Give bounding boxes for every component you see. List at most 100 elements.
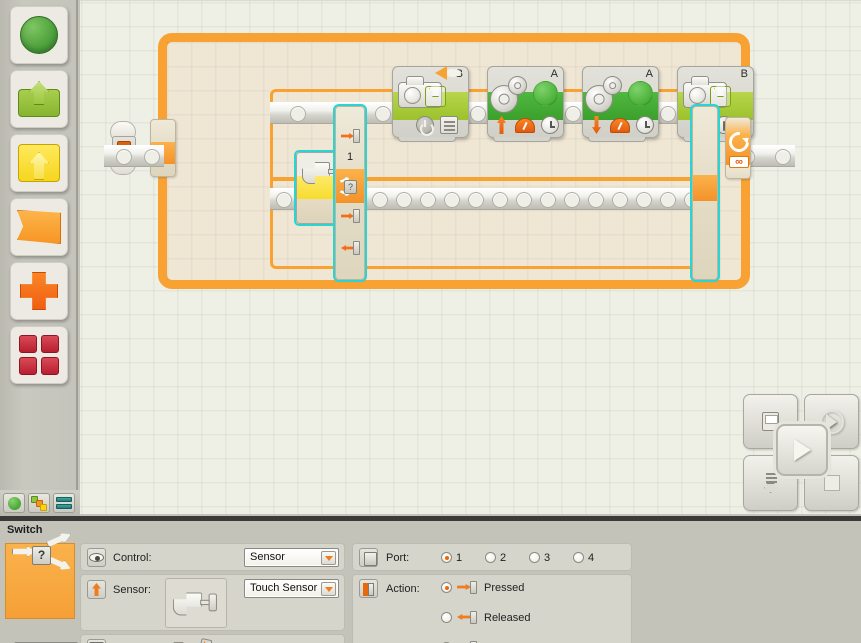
eye-icon: [87, 548, 106, 567]
sequence-block-2[interactable]: A: [487, 66, 564, 142]
action-label: Action:: [386, 583, 420, 595]
orange-flow-icon: [17, 210, 61, 244]
common-palette-advanced[interactable]: [10, 326, 68, 384]
loop-block[interactable]: 1 ? B: [158, 33, 754, 289]
action-released-label: Released: [484, 612, 531, 624]
sequence-block-3-port: A: [645, 68, 653, 80]
smiley-icon: [87, 639, 106, 643]
common-palette-move[interactable]: [10, 6, 68, 64]
red-grid-icon: [19, 335, 59, 375]
motor-gears-icon: [490, 76, 530, 116]
switch-arrows-icon: ?: [12, 532, 74, 576]
control-dropdown[interactable]: Sensor: [244, 548, 339, 567]
run-button[interactable]: [776, 424, 828, 476]
nxtg-window: 1 ? B: [0, 0, 861, 643]
green-circle-icon: [20, 16, 58, 54]
power-icon: [416, 116, 434, 136]
teal-lines-icon: [56, 496, 72, 510]
tab-run[interactable]: [3, 493, 25, 513]
port-radio-4-label: 4: [588, 552, 595, 564]
common-palette-flow[interactable]: [10, 198, 68, 256]
port-radio-2-label: 2: [500, 552, 507, 564]
motor-circle-icon: [628, 81, 653, 106]
port-radio-3[interactable]: [529, 552, 540, 563]
sensor-up-arrow-icon: [87, 580, 106, 599]
program-canvas[interactable]: 1 ? B: [80, 0, 861, 514]
download-icon: [762, 473, 780, 493]
block-palette: [0, 0, 78, 516]
beam-ring: [470, 106, 486, 122]
common-palette-data[interactable]: [10, 262, 68, 320]
duration-clock-icon: [636, 116, 654, 134]
port-radio-4[interactable]: [573, 552, 584, 563]
power-gauge-icon: [610, 118, 630, 133]
loop-arrow-icon: [724, 127, 754, 157]
colored-squares-icon: [31, 495, 47, 511]
loop-arrow-notch: [445, 69, 461, 77]
play-triangle-icon: [793, 439, 811, 461]
nxt-controller: [743, 394, 859, 511]
send-message-icon: [398, 76, 446, 108]
port-radio-2[interactable]: [485, 552, 496, 563]
config-row-port: Port: 1 2 3 4: [352, 543, 632, 571]
switch-end-pillar[interactable]: [690, 104, 720, 282]
config-row-action: Action: Pressed Released Bumped: [352, 574, 632, 643]
port-plug-icon: [359, 548, 378, 567]
action-radio-released[interactable]: [441, 612, 452, 623]
tab-list[interactable]: [53, 493, 75, 513]
send-message-icon: [683, 76, 731, 108]
chevron-down-icon[interactable]: [321, 582, 336, 596]
sequence-block-4-port: B: [740, 68, 748, 80]
arrow-right-plug-icon: [457, 581, 477, 594]
switch-condition-column[interactable]: 1 ?: [333, 104, 367, 282]
sequence-block-1[interactable]: B: [392, 66, 469, 142]
infinity-icon: ∞: [729, 156, 749, 168]
flat-view-icon: [191, 638, 213, 643]
block-config-panel: Switch ? 0 Control: Sensor Sensor:: [0, 516, 861, 643]
power-gauge-icon: [515, 118, 535, 133]
action-bang-icon: [359, 579, 378, 598]
sequence-beam-start: [104, 145, 164, 167]
green-dot-icon: [7, 496, 21, 510]
action-radio-pressed[interactable]: [441, 582, 452, 593]
config-row-control: Control: Sensor: [80, 543, 345, 571]
beam-ring: [290, 106, 306, 122]
yellow-send-box-icon: [18, 144, 60, 182]
beam-ring: [375, 106, 391, 122]
green-receive-box-icon: [18, 81, 60, 117]
common-palette-sound[interactable]: [10, 134, 68, 192]
port-label: Port:: [386, 552, 410, 564]
beam-ring: [565, 106, 581, 122]
view-tab-strip: [0, 490, 80, 516]
motor-circle-icon: [533, 81, 558, 106]
port-radio-3-label: 3: [544, 552, 551, 564]
sensor-preview: [165, 578, 227, 628]
switch-port-number: 1: [346, 151, 354, 163]
stop-square-icon: [823, 475, 840, 491]
switch-question-label: ?: [32, 546, 51, 565]
sensor-dropdown[interactable]: Touch Sensor: [244, 579, 339, 598]
beam-ring: [660, 106, 676, 122]
duration-clock-icon: [541, 116, 559, 134]
common-palette-record[interactable]: [10, 70, 68, 128]
arrow-right-plug-icon: [341, 129, 360, 143]
port-radio-1[interactable]: [441, 552, 452, 563]
arrow-up-icon: [495, 116, 507, 134]
question-mark-label: ?: [344, 180, 357, 194]
sensor-dropdown-value: Touch Sensor: [250, 582, 318, 594]
loop-arrow-icon: [435, 66, 447, 80]
arrow-left-plug-icon: [341, 241, 360, 255]
chevron-down-icon[interactable]: [321, 551, 336, 565]
list-icon: [440, 116, 458, 134]
action-pressed-label: Pressed: [484, 582, 525, 594]
tab-blocks[interactable]: [28, 493, 50, 513]
loop-end-block[interactable]: ∞: [724, 117, 754, 179]
motor-gears-icon: [585, 76, 625, 116]
sensor-label: Sensor:: [113, 584, 151, 596]
question-mark-icon: ?: [339, 177, 361, 197]
arrow-right-plug-icon: [341, 209, 360, 223]
orange-cross-icon: [20, 272, 58, 310]
arrow-down-icon: [590, 116, 602, 134]
sequence-block-3[interactable]: A: [582, 66, 659, 142]
port-radio-1-label: 1: [456, 552, 463, 564]
